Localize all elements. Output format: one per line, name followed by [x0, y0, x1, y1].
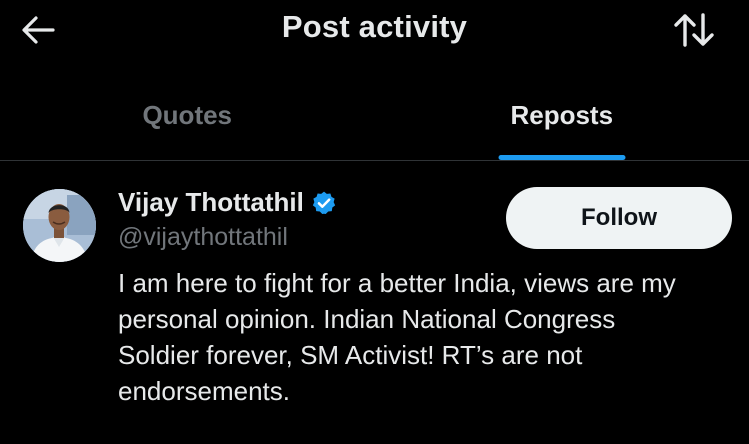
sort-button[interactable] [668, 9, 720, 51]
user-bio: I am here to fight for a better India, v… [118, 268, 676, 406]
verified-badge-icon [311, 190, 337, 216]
user-handle[interactable]: @vijaythottathil [118, 223, 288, 252]
tab-reposts[interactable]: Reposts [375, 76, 749, 160]
tab-quotes-label: Quotes [142, 100, 233, 130]
tab-reposts-label: Reposts [510, 100, 614, 130]
name-line: Vijay Thottathil [118, 187, 337, 218]
avatar-photo [23, 189, 96, 262]
tab-quotes[interactable]: Quotes [0, 76, 375, 160]
activity-tabs: Quotes Reposts [0, 76, 749, 160]
user-list-item[interactable]: Vijay Thottathil @vijaythottathil Follow… [0, 161, 749, 444]
display-name[interactable]: Vijay Thottathil [118, 187, 304, 218]
sort-arrows-icon [674, 13, 714, 47]
page-title: Post activity [281, 9, 468, 44]
avatar[interactable] [23, 189, 96, 262]
follow-button[interactable]: Follow [506, 187, 732, 249]
top-bar: Post activity [0, 0, 749, 60]
